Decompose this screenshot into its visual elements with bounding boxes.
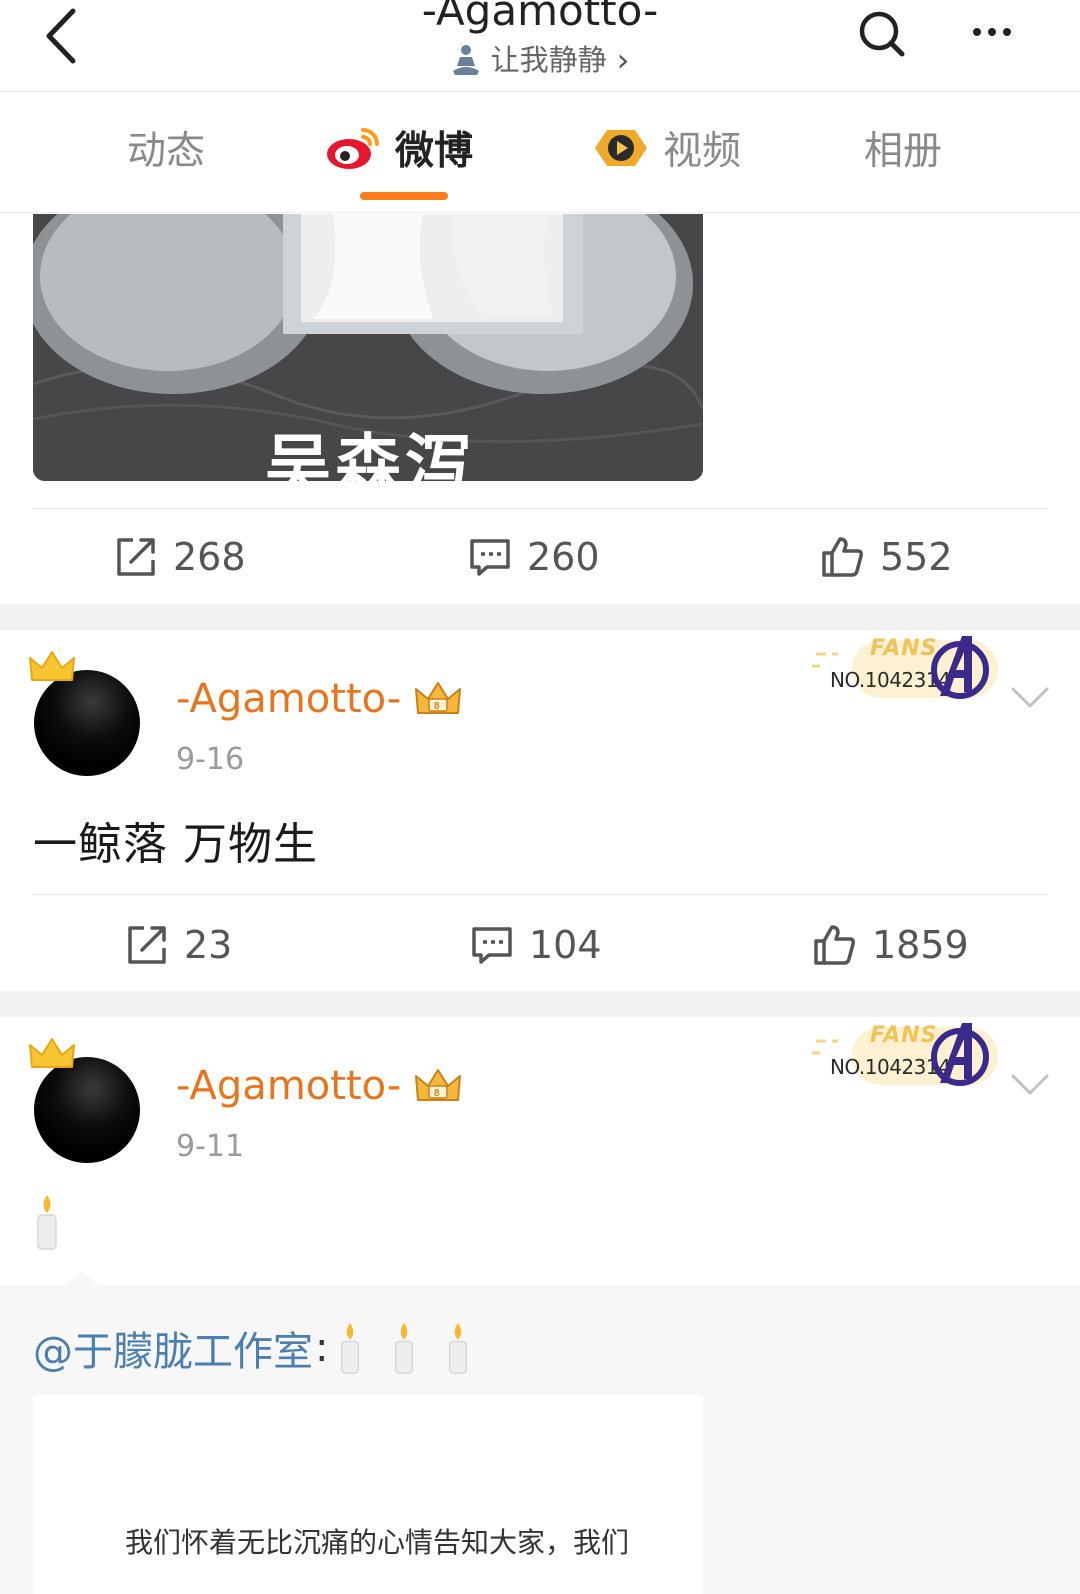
author-name[interactable]: -Agamotto-: [176, 1061, 401, 1111]
chevron-right-icon: ›: [616, 41, 630, 79]
profile-title: -Agamotto-: [421, 0, 659, 35]
user-status[interactable]: 让我静静 ›: [0, 40, 1080, 80]
chevron-down-icon: [1011, 687, 1049, 708]
avatar[interactable]: [24, 650, 154, 780]
tab-label: 动态: [127, 129, 206, 174]
post-text: [33, 1193, 61, 1262]
repost-excerpt: 我们怀着无比沉痛的心情告知大家，我们: [125, 1526, 630, 1559]
repost-author-link[interactable]: @于朦胧工作室: [33, 1319, 313, 1377]
repost-icon: [128, 926, 166, 964]
post-date: 9-16: [176, 742, 245, 777]
post-card: -Agamotto- 8 9-16 FANS NO.1042314 一鲸落 万物…: [0, 630, 1080, 991]
tab-label: 视频: [663, 129, 742, 174]
divider: [33, 894, 1047, 895]
post-image[interactable]: 吴森泻: [33, 214, 703, 481]
repost-button[interactable]: 268: [115, 532, 246, 582]
like-button[interactable]: 552: [820, 532, 953, 582]
post-image-caption: 吴森泻: [265, 427, 475, 481]
more-button[interactable]: [962, 10, 1022, 54]
repost-separator: :: [315, 1325, 329, 1371]
video-play-icon: [595, 130, 647, 166]
tab-label: 微博: [395, 129, 474, 174]
comment-icon: [470, 539, 510, 576]
repost-count: 23: [184, 923, 233, 967]
comment-button[interactable]: 260: [469, 532, 600, 582]
repost-count: 268: [173, 535, 246, 579]
vip-crown-icon: 8: [415, 682, 462, 714]
post-text: 一鲸落 万物生: [33, 819, 318, 870]
vip-crown-icon: 8: [415, 1069, 462, 1101]
post-menu-button[interactable]: [1010, 686, 1050, 726]
like-button[interactable]: 1859: [812, 920, 969, 970]
post-card: -Agamotto- 8 9-11 FANS NO.1042314 @于朦胧工作…: [0, 1017, 1080, 1594]
divider: [33, 508, 1047, 509]
crown-icon: [29, 1038, 75, 1068]
like-count: 1859: [872, 923, 969, 967]
tab-dynamics[interactable]: 动态: [127, 122, 205, 174]
post-date: 9-11: [176, 1129, 245, 1164]
comment-button[interactable]: 104: [471, 920, 602, 970]
svg-text:8: 8: [434, 701, 440, 712]
comment-count: 260: [527, 535, 600, 579]
user-status-text: 让我静静: [490, 43, 607, 77]
repost-image-card[interactable]: 我们怀着无比沉痛的心情告知大家，我们: [33, 1395, 703, 1594]
author-row: -Agamotto- 8: [176, 1061, 463, 1111]
repost-block[interactable]: @于朦胧工作室 : 我们怀着无比沉痛的心情告知大家，我们: [0, 1271, 1080, 1594]
weibo-logo-icon: [327, 128, 379, 169]
profile-tabs: 动态 微博 视频 相册: [0, 92, 1080, 213]
active-tab-indicator: [360, 192, 448, 200]
comment-icon: [472, 927, 512, 964]
search-button[interactable]: [854, 6, 910, 62]
search-icon: [859, 11, 905, 57]
author-row: -Agamotto- 8: [176, 674, 463, 724]
avengers-icon: [931, 636, 989, 699]
tab-album[interactable]: 相册: [864, 122, 942, 174]
tab-video[interactable]: 视频: [593, 122, 741, 174]
avengers-icon: [931, 1023, 989, 1086]
avatar[interactable]: [24, 1037, 154, 1167]
top-navigation-bar: -Agamotto- 让我静静 ›: [0, 0, 1080, 92]
repost-caret: [66, 1271, 98, 1285]
post-menu-button[interactable]: [1010, 1073, 1050, 1113]
tab-label: 相册: [864, 129, 943, 174]
more-icon: [973, 28, 981, 36]
candle-icon: [449, 1322, 468, 1374]
fans-badge[interactable]: FANS NO.1042314: [812, 634, 1008, 706]
like-icon: [822, 537, 863, 577]
svg-text:8: 8: [434, 1088, 440, 1099]
comment-count: 104: [529, 923, 602, 967]
candle-icon: [341, 1322, 360, 1374]
author-name[interactable]: -Agamotto-: [176, 674, 401, 724]
repost-button[interactable]: 23: [126, 920, 232, 970]
weibo-feed: 吴森泻 268 260 552 -Agamotto- 8 9-16 FANS N…: [0, 214, 1080, 1594]
candle-icon: [37, 1195, 57, 1250]
fans-badge[interactable]: FANS NO.1042314: [812, 1021, 1008, 1093]
repost-header: @于朦胧工作室 :: [33, 1319, 472, 1377]
post-card: 吴森泻 268 260 552: [0, 214, 1080, 604]
chevron-down-icon: [1011, 1074, 1049, 1095]
crown-icon: [29, 651, 75, 681]
tab-weibo[interactable]: 微博: [325, 122, 473, 174]
repost-icon: [117, 538, 155, 576]
candle-icon: [395, 1322, 414, 1374]
like-count: 552: [880, 535, 953, 579]
meditation-icon: [452, 45, 479, 75]
like-icon: [814, 925, 855, 965]
